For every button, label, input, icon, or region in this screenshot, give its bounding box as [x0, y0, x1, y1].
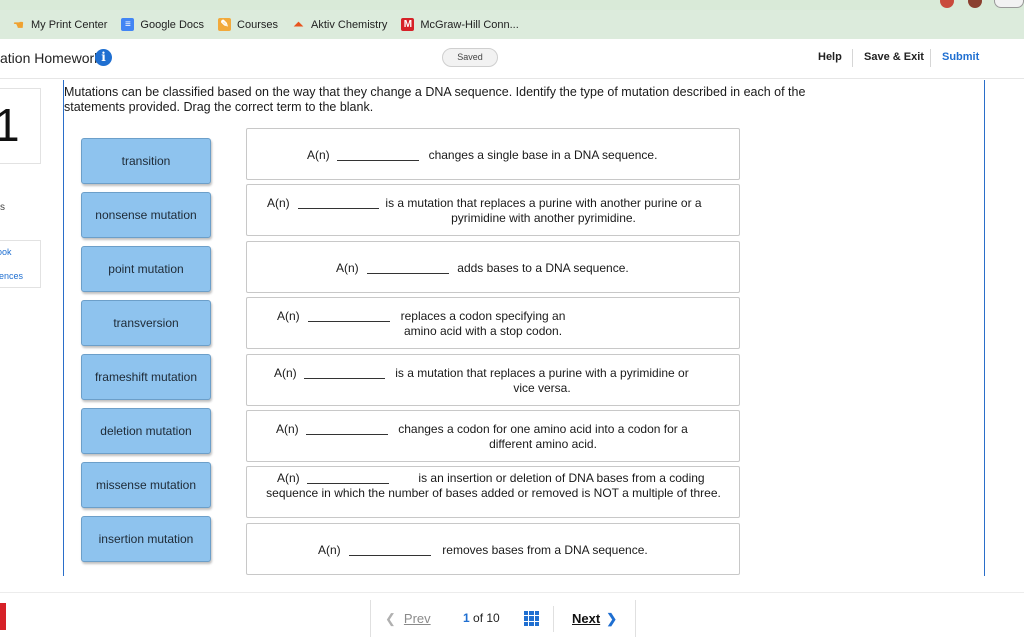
statement-text: replaces a codon specifying an amino aci…	[400, 309, 566, 338]
question-navigation: ❮ Prev 1 of 10 Next ❯	[370, 600, 636, 637]
bookmarks-bar: ☚ My Print Center ≡ Google Docs ✎ Course…	[0, 10, 1024, 39]
question-number: 1	[0, 99, 20, 151]
statement-1: A(n) changes a single base in a DNA sequ…	[246, 128, 740, 180]
statement-text: adds bases to a DNA sequence.	[457, 261, 629, 275]
page-counter: 1 of 10	[463, 611, 500, 625]
prev-label: Prev	[403, 611, 431, 626]
aktiv-icon: ⏶	[293, 17, 304, 31]
address-bar-strip	[0, 0, 1024, 10]
bookmark-my-print-center[interactable]: ☚ My Print Center	[12, 17, 108, 32]
prev-button[interactable]: ❮ Prev	[385, 611, 431, 627]
bookmark-label: McGraw-Hill Conn...	[420, 18, 519, 31]
extension-icon[interactable]	[968, 0, 982, 8]
drop-blank-6[interactable]	[306, 434, 388, 435]
statement-prefix: A(n)	[267, 196, 290, 210]
info-icon[interactable]: i	[95, 49, 112, 66]
drag-term-insertion-mutation[interactable]: insertion mutation	[81, 516, 211, 562]
current-page: 1	[463, 611, 470, 625]
bookmark-courses[interactable]: ✎ Courses	[218, 18, 278, 31]
drop-blank-8[interactable]	[349, 555, 431, 556]
help-link[interactable]: Help	[818, 51, 842, 63]
saved-status-badge: Saved	[442, 48, 498, 67]
drag-term-transversion[interactable]: transversion	[81, 300, 211, 346]
statement-prefix: A(n)	[277, 309, 300, 323]
ebook-link[interactable]: Book	[0, 247, 12, 257]
assignment-header: ation Homework i Saved Help Save & Exit …	[0, 39, 1024, 79]
statement-8: A(n) removes bases from a DNA sequence.	[246, 523, 740, 575]
chevron-left-icon: ❮	[385, 611, 396, 626]
statement-prefix: A(n)	[276, 422, 299, 436]
hand-icon: ☚	[13, 17, 24, 32]
save-exit-button[interactable]: Save & Exit	[864, 51, 924, 63]
bookmark-label: My Print Center	[31, 18, 108, 31]
question-prompt: Mutations can be classified based on the…	[64, 85, 806, 114]
drag-term-missense-mutation[interactable]: missense mutation	[81, 462, 211, 508]
statement-prefix: A(n)	[336, 261, 359, 275]
statement-text: removes bases from a DNA sequence.	[442, 543, 648, 557]
statement-6: A(n) changes a codon for one amino acid …	[246, 410, 740, 462]
header-divider	[930, 49, 931, 67]
rail-mark: s	[0, 202, 5, 213]
update-button[interactable]	[994, 0, 1024, 8]
bookmark-label: Google Docs	[140, 18, 205, 31]
drop-blank-1[interactable]	[337, 160, 419, 161]
nav-divider	[553, 606, 554, 632]
drag-term-point-mutation[interactable]: point mutation	[81, 246, 211, 292]
question-frame-left-border	[63, 80, 64, 576]
assignment-title: ation Homework	[0, 50, 102, 66]
statement-5: A(n) is a mutation that replaces a purin…	[246, 354, 740, 406]
statement-text: changes a single base in a DNA sequence.	[428, 148, 658, 162]
drop-blank-4[interactable]	[308, 321, 390, 322]
statement-text: changes a codon for one amino acid into …	[398, 422, 688, 451]
drag-term-transition[interactable]: transition	[81, 138, 211, 184]
bookmark-label: Aktiv Chemistry	[310, 18, 388, 31]
statement-4: A(n) replaces a codon specifying an amin…	[246, 297, 740, 349]
statement-prefix: A(n)	[318, 543, 341, 557]
statement-3: A(n) adds bases to a DNA sequence.	[246, 241, 740, 293]
rail-links-panel: Book erences	[0, 240, 41, 288]
question-frame-right-border	[984, 80, 985, 576]
bookmark-label: Courses	[237, 18, 278, 31]
drop-blank-5[interactable]	[304, 378, 385, 379]
page-total: of 10	[473, 611, 500, 625]
bookmark-google-docs[interactable]: ≡ Google Docs	[121, 18, 204, 31]
grid-icon[interactable]	[524, 611, 539, 626]
next-label: Next	[572, 611, 601, 626]
statement-7: A(n) is an insertion or deletion of DNA …	[246, 466, 740, 518]
submit-button[interactable]: Submit	[942, 51, 979, 63]
drop-blank-3[interactable]	[367, 273, 449, 274]
bookmark-mcgraw-hill[interactable]: M McGraw-Hill Conn...	[401, 18, 519, 31]
statement-2: A(n) is a mutation that replaces a purin…	[246, 184, 740, 236]
profile-avatar-icon[interactable]	[940, 0, 954, 8]
courses-icon: ✎	[218, 18, 232, 31]
drag-term-deletion-mutation[interactable]: deletion mutation	[81, 408, 211, 454]
footer-divider	[0, 592, 1024, 593]
mcgraw-hill-logo	[0, 603, 6, 630]
statement-text: is a mutation that replaces a purine wit…	[385, 196, 702, 225]
statement-text: is a mutation that replaces a purine wit…	[395, 366, 689, 395]
statement-text: is an insertion or deletion of DNA bases…	[266, 471, 721, 500]
drag-term-nonsense-mutation[interactable]: nonsense mutation	[81, 192, 211, 238]
statement-prefix: A(n)	[307, 148, 330, 162]
references-link[interactable]: erences	[0, 271, 23, 281]
mcgraw-hill-icon: M	[401, 18, 415, 31]
header-divider	[852, 49, 853, 67]
chevron-right-icon: ❯	[606, 611, 618, 626]
google-docs-icon: ≡	[121, 18, 135, 31]
drag-term-frameshift-mutation[interactable]: frameshift mutation	[81, 354, 211, 400]
statement-prefix: A(n)	[274, 366, 297, 380]
next-button[interactable]: Next ❯	[572, 611, 617, 627]
drop-blank-2[interactable]	[298, 208, 379, 209]
bookmark-aktiv-chemistry[interactable]: ⏶ Aktiv Chemistry	[292, 17, 388, 31]
